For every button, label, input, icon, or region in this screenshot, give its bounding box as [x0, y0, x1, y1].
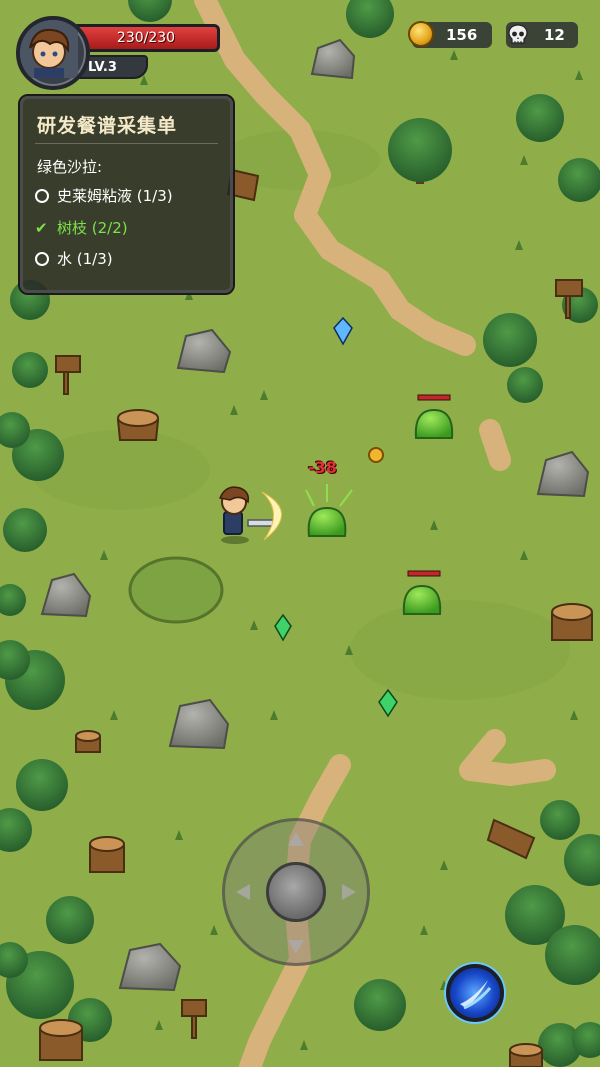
hp-text: 230/230	[116, 30, 176, 46]
kill-count: 12	[544, 26, 565, 44]
checkmark-icon: ✔	[35, 219, 48, 237]
coin-count: 156	[446, 26, 478, 44]
player-avatar[interactable]	[16, 16, 90, 90]
coin-icon	[408, 21, 434, 47]
quest-item-label: 树枝 (2/2)	[57, 219, 128, 237]
virtual-joystick[interactable]	[222, 818, 370, 966]
quest-divider	[35, 143, 218, 144]
skill-button[interactable]	[446, 964, 504, 1022]
hp-bar: 230/230	[72, 24, 220, 52]
quest-item-label: 史莱姆粘液 (1/3)	[57, 187, 173, 205]
unchecked-circle-icon	[35, 189, 49, 203]
quest-panel[interactable]: 研发餐谱采集单 绿色沙拉: 史莱姆粘液 (1/3) ✔ 树枝 (2/2) 水 (1…	[18, 94, 235, 295]
recipe-name: 绿色沙拉:	[37, 158, 103, 176]
quest-title: 研发餐谱采集单	[37, 115, 178, 137]
joystick-knob[interactable]	[266, 862, 326, 922]
quest-item: 史莱姆粘液 (1/3)	[35, 185, 173, 207]
kill-counter: 12	[506, 22, 578, 48]
quest-item: 水 (1/3)	[35, 248, 113, 270]
skull-icon	[508, 24, 528, 44]
hero-portrait-icon	[20, 20, 78, 78]
quest-item-label: 水 (1/3)	[57, 250, 113, 268]
quest-item: ✔ 树枝 (2/2)	[35, 217, 128, 239]
damage-number: -38	[308, 458, 337, 477]
coin-counter: 156	[408, 21, 492, 48]
slash-skill-icon	[460, 980, 492, 1010]
unchecked-circle-icon	[35, 252, 49, 266]
